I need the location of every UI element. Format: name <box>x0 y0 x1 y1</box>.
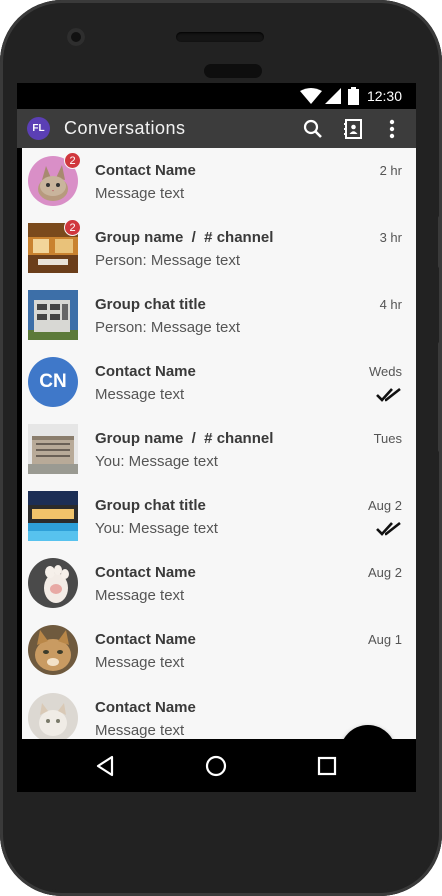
group-avatar <box>28 290 78 340</box>
conversation-row[interactable]: Contact Name Message text Aug 1 <box>22 617 416 684</box>
read-receipt-icon <box>376 521 401 536</box>
account-avatar[interactable]: FL <box>27 117 50 140</box>
conversation-name: Group name / # channel <box>95 430 274 447</box>
conversation-name: Group name / # channel <box>95 229 274 246</box>
group-avatar <box>28 491 78 541</box>
contact-avatar <box>28 693 78 739</box>
message-preview: Message text <box>95 587 185 604</box>
conversation-row[interactable]: 2 Group name / # channel Person: Message… <box>22 215 416 282</box>
unread-badge: 2 <box>64 152 81 169</box>
conversation-name: Contact Name <box>95 631 196 648</box>
search-icon[interactable] <box>301 117 325 141</box>
cell-signal-icon <box>325 88 341 104</box>
conversation-list[interactable]: 2 Contact Name Message text 2 hr 2 Group… <box>22 148 416 739</box>
conversation-name: Group chat title <box>95 497 206 514</box>
message-time: Aug 2 <box>368 498 402 513</box>
conversation-name: Group chat title <box>95 296 206 313</box>
message-preview: Person: Message text <box>95 252 241 269</box>
contacts-icon[interactable] <box>341 117 365 141</box>
message-time: 4 hr <box>379 297 402 312</box>
status-time: 12:30 <box>366 88 402 104</box>
message-time: 3 hr <box>379 230 402 245</box>
unread-badge: 2 <box>64 219 81 236</box>
contact-avatar <box>28 558 78 608</box>
power-button <box>438 342 442 452</box>
front-camera <box>67 28 85 46</box>
phone-frame: 12:30 FL Conversations 2 Contact Name Me… <box>0 0 442 896</box>
earpiece-speaker <box>176 32 264 42</box>
conversation-row[interactable]: 2 Contact Name Message text 2 hr <box>22 148 416 215</box>
message-time: 2 hr <box>379 163 402 178</box>
contact-avatar-initials: CN <box>28 357 78 407</box>
battery-icon <box>348 87 359 105</box>
message-preview: Message text <box>95 185 185 202</box>
conversation-row[interactable]: Group chat title You: Message text Aug 2 <box>22 483 416 550</box>
message-time: Aug 1 <box>368 632 402 647</box>
page-title: Conversations <box>64 118 186 138</box>
contact-avatar <box>28 625 78 675</box>
system-nav-bar <box>17 739 416 792</box>
status-bar: 12:30 <box>17 83 416 109</box>
message-preview: Message text <box>95 654 185 671</box>
wifi-icon <box>300 88 322 104</box>
message-preview: Person: Message text <box>95 319 241 336</box>
app-bar: FL Conversations <box>17 109 416 148</box>
message-time: Weds <box>369 364 402 379</box>
message-preview: Message text <box>95 386 185 403</box>
back-icon[interactable] <box>90 751 120 781</box>
conversation-row[interactable]: Group chat title Person: Message text 4 … <box>22 282 416 349</box>
conversation-row[interactable]: Contact Name Message text Aug 2 <box>22 550 416 617</box>
home-icon[interactable] <box>201 751 231 781</box>
group-avatar <box>28 424 78 474</box>
read-receipt-icon <box>376 387 401 402</box>
conversation-name: Contact Name <box>95 699 196 716</box>
conversation-row[interactable]: Group name / # channel You: Message text… <box>22 416 416 483</box>
conversation-row[interactable]: CN Contact Name Message text Weds <box>22 349 416 416</box>
more-options-icon[interactable] <box>380 117 404 141</box>
message-time: Tues <box>373 431 402 446</box>
conversation-name: Contact Name <box>95 363 196 380</box>
recents-icon[interactable] <box>312 751 342 781</box>
proximity-sensor <box>204 64 262 78</box>
conversation-name: Contact Name <box>95 162 196 179</box>
screen: 12:30 FL Conversations 2 Contact Name Me… <box>17 83 416 792</box>
message-preview: You: Message text <box>95 520 218 537</box>
volume-button <box>438 216 442 268</box>
message-preview: You: Message text <box>95 453 218 470</box>
conversation-name: Contact Name <box>95 564 196 581</box>
message-preview: Message text <box>95 722 185 739</box>
message-time: Aug 2 <box>368 565 402 580</box>
